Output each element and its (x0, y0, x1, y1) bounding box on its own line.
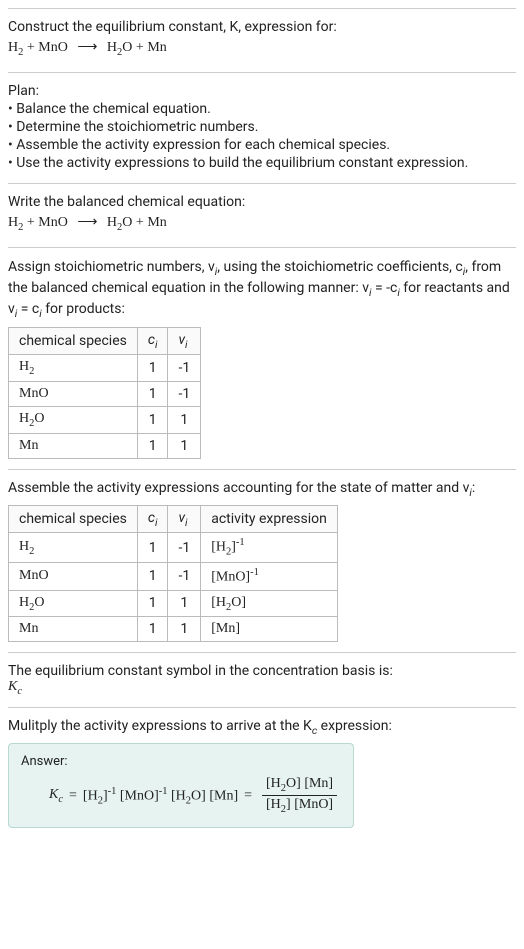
table-row: H2 1 -1 [H2]-1 (9, 533, 338, 562)
ci-cell: 1 (137, 533, 168, 562)
symbol-section: The equilibrium constant symbol in the c… (8, 652, 516, 707)
species-cell: H2 (9, 355, 138, 382)
balanced-label: Write the balanced chemical equation: (8, 194, 516, 210)
vi-cell: 1 (168, 433, 201, 458)
col-expr: activity expression (201, 505, 338, 533)
ci-cell: 1 (137, 562, 168, 590)
prompt-text: Construct the equilibrium constant, K, e… (8, 19, 516, 35)
vi-cell: 1 (168, 407, 201, 434)
species-cell: H2O (9, 590, 138, 617)
balanced-equation: H2 + MnO ⟶ H2O + Mn (8, 214, 516, 233)
expr-cell: [MnO]-1 (201, 562, 338, 590)
table-row: Mn 1 1 (9, 433, 201, 458)
reactant-2: MnO (38, 40, 68, 55)
ci-cell: 1 (137, 355, 168, 382)
multiply-label: Mulitply the activity expressions to arr… (8, 718, 516, 737)
col-ci: ci (137, 327, 168, 355)
plan-section: Plan: Balance the chemical equation. Det… (8, 72, 516, 183)
stoich-paragraph: Assign stoichiometric numbers, νi, using… (8, 258, 516, 321)
species-cell: H2O (9, 407, 138, 434)
col-species: chemical species (9, 505, 138, 533)
plan-item: Balance the chemical equation. (8, 101, 516, 117)
stoich-table: chemical species ci νi H2 1 -1 MnO 1 -1 … (8, 327, 201, 459)
product-2: Mn (147, 215, 166, 230)
activity-table: chemical species ci νi activity expressi… (8, 505, 338, 643)
col-species: chemical species (9, 327, 138, 355)
expr-cell: [H2O] (201, 590, 338, 617)
ci-cell: 1 (137, 382, 168, 407)
fraction-denominator: [H2] [MnO] (262, 796, 337, 816)
plan-item: Determine the stoichiometric numbers. (8, 119, 516, 135)
kc-expression: Kc = [H2]-1 [MnO]-1 [H2O] [Mn] = [H2O] [… (21, 775, 341, 817)
kc-rhs-product: [H2]-1 [MnO]-1 [H2O] [Mn] (83, 786, 238, 806)
plan-label: Plan: (8, 83, 516, 99)
kc-symbol: Kc (8, 679, 516, 697)
plus-1: + (23, 40, 38, 55)
table-header-row: chemical species ci νi activity expressi… (9, 505, 338, 533)
multiply-section: Mulitply the activity expressions to arr… (8, 707, 516, 838)
reactant-2: MnO (38, 215, 68, 230)
answer-box: Answer: Kc = [H2]-1 [MnO]-1 [H2O] [Mn] =… (8, 743, 354, 828)
table-row: H2 1 -1 (9, 355, 201, 382)
table-row: H2O 1 1 (9, 407, 201, 434)
expr-cell: [Mn] (201, 617, 338, 642)
vi-cell: -1 (168, 533, 201, 562)
species-cell: Mn (9, 617, 138, 642)
plan-item: Assemble the activity expression for eac… (8, 137, 516, 153)
equals-1: = (69, 788, 77, 804)
vi-cell: 1 (168, 590, 201, 617)
stoichiometric-section: Assign stoichiometric numbers, νi, using… (8, 247, 516, 469)
ci-cell: 1 (137, 433, 168, 458)
table-row: MnO 1 -1 [MnO]-1 (9, 562, 338, 590)
ci-cell: 1 (137, 590, 168, 617)
plus-1: + (23, 215, 38, 230)
vi-cell: -1 (168, 382, 201, 407)
activity-label: Assemble the activity expressions accoun… (8, 480, 516, 499)
symbol-label: The equilibrium constant symbol in the c… (8, 663, 516, 679)
unbalanced-equation: H2 + MnO ⟶ H2O + Mn (8, 39, 516, 58)
product-1: H2O (107, 40, 133, 55)
plan-item: Use the activity expressions to build th… (8, 155, 516, 171)
expr-cell: [H2]-1 (201, 533, 338, 562)
table-header-row: chemical species ci νi (9, 327, 201, 355)
reactant-1: H2 (8, 40, 23, 55)
vi-cell: -1 (168, 562, 201, 590)
answer-label: Answer: (21, 754, 341, 769)
vi-cell: -1 (168, 355, 201, 382)
product-2: Mn (147, 40, 166, 55)
plus-2: + (132, 40, 147, 55)
reactant-1: H2 (8, 215, 23, 230)
table-row: Mn 1 1 [Mn] (9, 617, 338, 642)
species-cell: MnO (9, 562, 138, 590)
species-cell: H2 (9, 533, 138, 562)
prompt-section: Construct the equilibrium constant, K, e… (8, 8, 516, 72)
arrow-icon: ⟶ (77, 40, 97, 55)
table-row: MnO 1 -1 (9, 382, 201, 407)
product-1: H2O (107, 215, 133, 230)
plus-2: + (132, 215, 147, 230)
species-cell: Mn (9, 433, 138, 458)
table-row: H2O 1 1 [H2O] (9, 590, 338, 617)
col-vi: νi (168, 327, 201, 355)
species-cell: MnO (9, 382, 138, 407)
kc-fraction: [H2O] [Mn] [H2] [MnO] (262, 775, 337, 817)
ci-cell: 1 (137, 617, 168, 642)
equals-2: = (244, 788, 252, 804)
col-vi: νi (168, 505, 201, 533)
plan-list: Balance the chemical equation. Determine… (8, 101, 516, 171)
activity-section: Assemble the activity expressions accoun… (8, 469, 516, 653)
vi-cell: 1 (168, 617, 201, 642)
arrow-icon: ⟶ (77, 215, 97, 230)
balanced-section: Write the balanced chemical equation: H2… (8, 183, 516, 247)
ci-cell: 1 (137, 407, 168, 434)
kc-lhs: Kc (49, 787, 63, 805)
col-ci: ci (137, 505, 168, 533)
fraction-numerator: [H2O] [Mn] (262, 775, 337, 796)
